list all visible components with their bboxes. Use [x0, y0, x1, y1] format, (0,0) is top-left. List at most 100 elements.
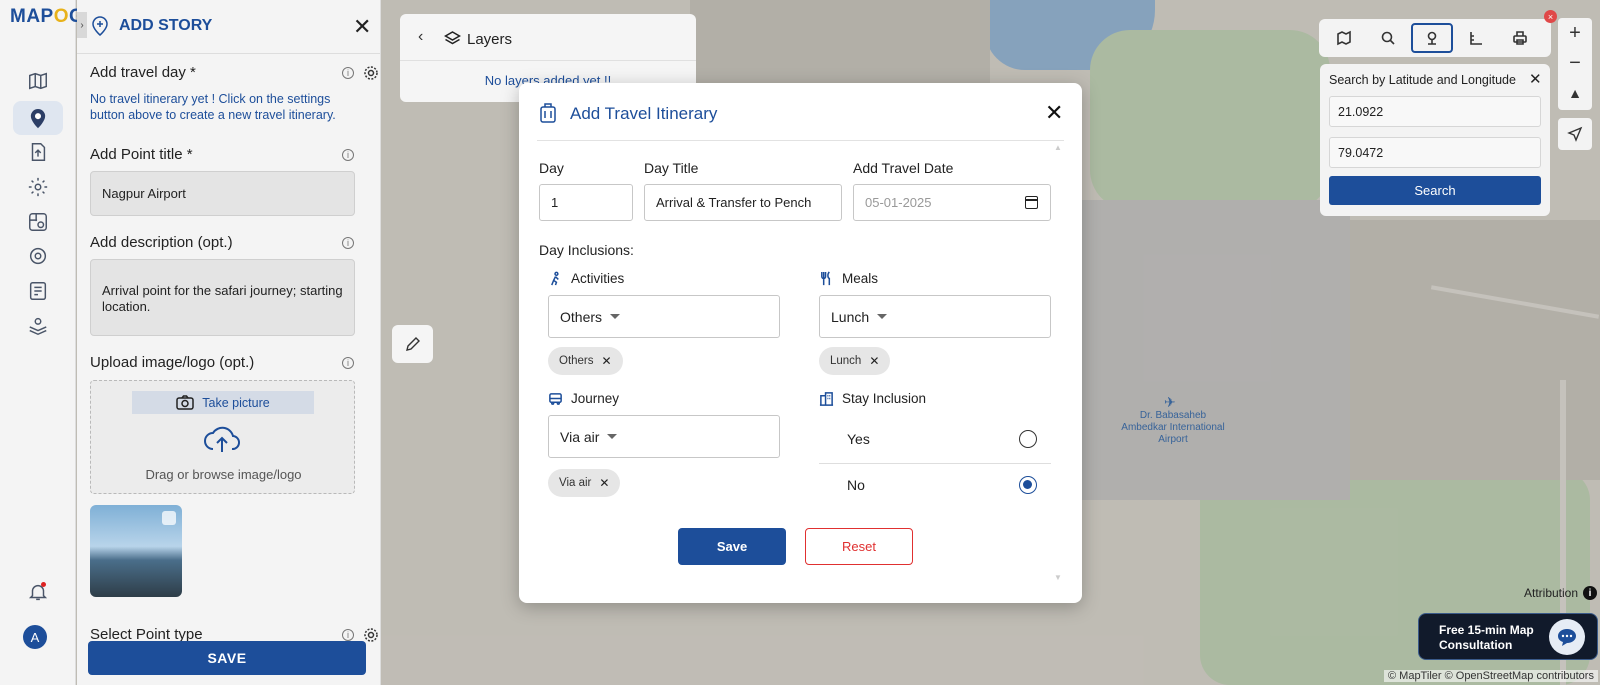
bell-icon[interactable] — [24, 578, 52, 606]
gear-icon[interactable] — [363, 627, 379, 643]
layers-title: Layers — [467, 31, 513, 48]
print-icon[interactable] — [1499, 23, 1541, 53]
bus-icon — [549, 393, 562, 405]
take-picture-button[interactable]: Take picture — [132, 391, 314, 414]
camera-icon — [176, 395, 195, 410]
search-icon[interactable] — [1367, 23, 1409, 53]
modal-title: Add Travel Itinerary — [570, 104, 718, 123]
chat-icon[interactable] — [1549, 619, 1585, 655]
zoom-out-button[interactable]: − — [1558, 48, 1592, 78]
location-pin-icon[interactable] — [13, 101, 63, 135]
stay-yes-option[interactable]: Yes — [819, 417, 1051, 461]
scroll-up-icon[interactable]: ▲ — [1054, 143, 1062, 152]
zoom-in-button[interactable]: + — [1558, 18, 1592, 48]
calendar-icon[interactable] — [1025, 196, 1038, 209]
close-icon[interactable]: ✕ — [1045, 100, 1063, 126]
settings-icon[interactable] — [24, 242, 52, 270]
close-icon[interactable]: ✕ — [869, 354, 879, 368]
pencil-icon — [405, 337, 420, 351]
description-textarea[interactable]: Arrival point for the safari journey; st… — [90, 259, 355, 336]
save-button[interactable]: Save — [678, 528, 786, 565]
location-icon[interactable] — [1411, 23, 1453, 53]
avatar[interactable]: A — [23, 625, 47, 649]
day-title-input[interactable]: Arrival & Transfer to Pench — [644, 184, 842, 221]
info-icon[interactable]: i — [342, 149, 354, 161]
info-icon[interactable]: i — [342, 357, 354, 369]
stay-no-radio[interactable] — [1019, 476, 1037, 494]
save-button[interactable]: SAVE — [88, 641, 366, 675]
journey-label: Journey — [548, 391, 619, 406]
gear-icon[interactable] — [363, 65, 379, 81]
icon-rail: MAPOG A — [0, 0, 84, 685]
latlng-search-panel: Search by Latitude and Longitude ✕ 21.09… — [1320, 64, 1550, 216]
close-icon[interactable]: ✕ — [599, 476, 609, 490]
zoom-controls: + − ▲ — [1558, 18, 1592, 110]
upload-label: Upload image/logo (opt.) — [90, 354, 255, 371]
hotel-icon — [819, 392, 834, 406]
activities-label: Activities — [548, 271, 624, 286]
day-inclusions-label: Day Inclusions: — [539, 242, 634, 258]
map-user-icon[interactable] — [24, 312, 52, 340]
logo[interactable]: MAPOG — [10, 6, 84, 28]
stay-no-option[interactable]: No — [819, 463, 1051, 507]
travel-date-input[interactable]: 05-01-2025 — [853, 184, 1051, 221]
luggage-icon — [540, 103, 556, 123]
compass-icon[interactable]: ▲ — [1558, 78, 1592, 108]
upload-file-icon[interactable] — [24, 138, 52, 166]
divider — [400, 60, 696, 61]
latitude-input[interactable]: 21.0922 — [1329, 96, 1541, 127]
hiking-icon — [551, 271, 559, 286]
locate-button[interactable] — [1558, 118, 1592, 150]
day-title-label: Day Title — [644, 160, 699, 176]
gear-icon[interactable] — [24, 173, 52, 201]
map-view-icon[interactable] — [1323, 23, 1365, 53]
travel-day-label: Add travel day * — [90, 64, 196, 81]
measure-icon[interactable] — [1455, 23, 1497, 53]
caret-down-icon — [877, 314, 888, 319]
stay-yes-radio[interactable] — [1019, 430, 1037, 448]
travel-day-hint: No travel itinerary yet ! Click on the s… — [90, 92, 336, 122]
point-title-input[interactable]: Nagpur Airport — [90, 171, 355, 216]
description-label: Add description (opt.) — [90, 234, 233, 251]
map-icon[interactable] — [24, 67, 52, 95]
latlng-search-button[interactable]: Search — [1329, 176, 1541, 205]
day-input[interactable]: 1 — [539, 184, 633, 221]
info-icon[interactable]: i — [342, 237, 354, 249]
info-icon[interactable]: i — [342, 67, 354, 79]
panel-collapse-toggle[interactable]: › — [77, 12, 87, 38]
info-icon[interactable]: i — [342, 629, 354, 641]
day-label: Day — [539, 160, 564, 176]
close-icon[interactable]: ✕ — [1529, 70, 1542, 88]
consultation-widget[interactable]: Free 15-min Map Consultation — [1418, 613, 1598, 660]
meals-select[interactable]: Lunch — [819, 295, 1051, 338]
uploaded-image-thumbnail — [90, 505, 182, 597]
layers-icon — [444, 31, 461, 45]
divider — [537, 140, 1064, 141]
upload-dropzone[interactable]: Take picture Drag or browse image/logo — [90, 380, 355, 494]
close-icon[interactable]: ✕ — [353, 14, 371, 40]
journey-select[interactable]: Via air — [548, 415, 780, 458]
stay-inclusion-label: Stay Inclusion — [819, 391, 926, 406]
map-credits[interactable]: © MapTiler © OpenStreetMap contributors — [1384, 670, 1598, 682]
attribution-label: Attribution — [1524, 586, 1579, 600]
add-travel-itinerary-modal: Add Travel Itinerary ✕ ▲ ▼ Day 1 Day Tit… — [519, 83, 1082, 603]
close-badge-icon[interactable]: × — [1544, 10, 1557, 23]
consultation-text: Free 15-min Map Consultation — [1439, 623, 1534, 652]
panel-title: ADD STORY — [119, 17, 213, 34]
add-story-panel: › ADD STORY ✕ Add travel day * i No trav… — [77, 0, 381, 685]
edit-button[interactable] — [392, 325, 433, 363]
panel-header: › ADD STORY ✕ — [77, 0, 381, 54]
caret-down-icon — [607, 434, 618, 439]
map-toolbar — [1319, 19, 1551, 57]
chevron-left-icon[interactable]: ‹ — [418, 28, 423, 46]
notification-dot — [41, 582, 46, 587]
scroll-down-icon[interactable]: ▼ — [1054, 573, 1062, 582]
info-icon[interactable]: i — [1583, 586, 1597, 600]
report-icon[interactable] — [24, 277, 52, 305]
trash-icon[interactable] — [162, 511, 176, 525]
longitude-input[interactable]: 79.0472 — [1329, 137, 1541, 168]
map-settings-icon[interactable] — [24, 208, 52, 236]
activities-select[interactable]: Others — [548, 295, 780, 338]
reset-button[interactable]: Reset — [805, 528, 913, 565]
close-icon[interactable]: ✕ — [602, 354, 612, 368]
